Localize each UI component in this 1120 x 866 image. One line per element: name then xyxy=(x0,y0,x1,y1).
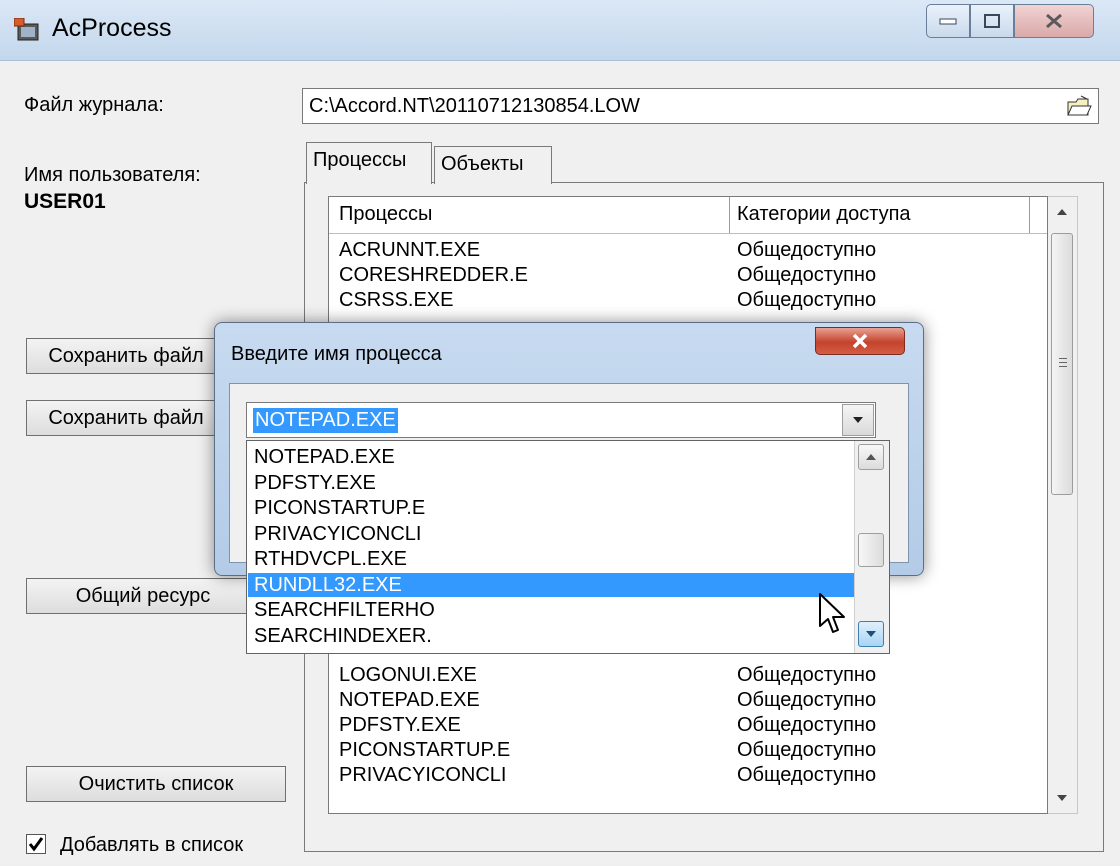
dropdown-option[interactable]: SEARCHFILTERHO xyxy=(248,598,854,622)
folder-open-icon[interactable] xyxy=(1066,94,1092,118)
tab-objects[interactable]: Объекты xyxy=(434,146,552,184)
process-name-cell: CSRSS.EXE xyxy=(339,289,454,311)
shared-resource-button[interactable]: Общий ресурс xyxy=(26,578,260,614)
add-to-list-label: Добавлять в список xyxy=(60,834,244,856)
dialog-title: Введите имя процесса xyxy=(231,343,442,365)
access-category-cell: Общедоступно xyxy=(737,764,877,786)
acprocess-window: AcProcess Файл журнала: C:\Accord.NT\201… xyxy=(0,0,1120,866)
chevron-down-icon xyxy=(866,631,876,637)
title-bar[interactable]: AcProcess xyxy=(0,0,1120,61)
process-name-cell: PDFSTY.EXE xyxy=(339,714,461,736)
save-file-button-1[interactable]: Сохранить файл xyxy=(26,338,226,374)
column-header-access-category[interactable]: Категории доступа xyxy=(737,203,911,226)
scroll-down-icon[interactable] xyxy=(1048,783,1076,813)
close-icon xyxy=(852,333,868,349)
dropdown-option[interactable]: RTHDVCPL.EXE xyxy=(248,547,854,571)
dropdown-option[interactable]: PRIVACYICONCLI xyxy=(248,522,854,546)
mouse-cursor-icon xyxy=(819,593,845,633)
access-category-cell: Общедоступно xyxy=(737,239,877,261)
process-name-cell: CORESHREDDER.E xyxy=(339,264,528,286)
dropdown-option[interactable]: NOTEPAD.EXE xyxy=(248,445,854,469)
table-row[interactable]: PRIVACYICONCLI Общедоступно xyxy=(329,764,1047,789)
process-name-combobox[interactable]: NOTEPAD.EXE xyxy=(246,402,876,438)
column-separator[interactable] xyxy=(1029,197,1030,233)
maximize-button[interactable] xyxy=(970,4,1014,38)
user-name-value: USER01 xyxy=(24,190,106,213)
table-row[interactable]: LOGONUI.EXE Общедоступно xyxy=(329,664,1047,689)
minimize-icon xyxy=(939,18,957,25)
clear-list-button[interactable]: Очистить список xyxy=(26,766,286,802)
chevron-up-icon xyxy=(866,454,876,460)
chevron-down-icon xyxy=(853,417,863,423)
table-row[interactable]: NOTEPAD.EXE Общедоступно xyxy=(329,689,1047,714)
access-category-cell: Общедоступно xyxy=(737,289,877,311)
access-category-cell: Общедоступно xyxy=(737,714,877,736)
process-name-cell: ACRUNNT.EXE xyxy=(339,239,481,261)
tab-processes[interactable]: Процессы xyxy=(306,142,432,184)
log-file-path: C:\Accord.NT\20110712130854.LOW xyxy=(309,95,640,117)
process-name-cell: NOTEPAD.EXE xyxy=(339,689,480,711)
list-header: Процессы Категории доступа xyxy=(329,197,1047,234)
access-category-cell: Общедоступно xyxy=(737,664,877,686)
thumb-grip xyxy=(1059,362,1067,363)
combobox-dropdown-button[interactable] xyxy=(842,404,874,436)
column-separator[interactable] xyxy=(729,197,730,233)
dropdown-option[interactable]: SEARCHINDEXER. xyxy=(248,624,854,648)
process-name-cell: LOGONUI.EXE xyxy=(339,664,477,686)
dropdown-scroll-up-button[interactable] xyxy=(858,444,884,470)
dropdown-scrollbar[interactable] xyxy=(854,441,889,653)
log-file-field[interactable]: C:\Accord.NT\20110712130854.LOW xyxy=(302,88,1099,124)
dropdown-option[interactable]: PDFSTY.EXE xyxy=(248,471,854,495)
access-category-cell: Общедоступно xyxy=(737,739,877,761)
table-row[interactable]: CSRSS.EXE Общедоступно xyxy=(329,289,1047,314)
combobox-value[interactable]: NOTEPAD.EXE xyxy=(253,408,398,433)
process-name-cell: PRIVACYICONCLI xyxy=(339,764,507,786)
thumb-grip xyxy=(1059,366,1067,367)
table-row[interactable]: PICONSTARTUP.E Общедоступно xyxy=(329,739,1047,764)
user-name-label: Имя пользователя: xyxy=(24,164,201,186)
process-dropdown-list[interactable]: NOTEPAD.EXE PDFSTY.EXE PICONSTARTUP.E PRIVA… xyxy=(246,440,890,654)
checkmark-icon xyxy=(28,837,44,852)
close-button[interactable] xyxy=(1014,4,1094,38)
log-file-label: Файл журнала: xyxy=(24,94,164,116)
table-row[interactable]: CORESHREDDER.E Общедоступно xyxy=(329,264,1047,289)
column-header-processes[interactable]: Процессы xyxy=(339,203,432,226)
dialog-close-button[interactable] xyxy=(815,327,905,355)
window-title: AcProcess xyxy=(52,14,172,42)
dropdown-scroll-down-button[interactable] xyxy=(858,621,884,647)
add-to-list-checkbox[interactable] xyxy=(26,834,46,854)
maximize-icon xyxy=(984,14,1000,28)
thumb-grip xyxy=(1059,358,1067,359)
app-icon xyxy=(14,18,39,41)
dropdown-option[interactable]: PICONSTARTUP.E xyxy=(248,496,854,520)
minimize-button[interactable] xyxy=(926,4,970,38)
dropdown-option[interactable]: RUNDLL32.EXE xyxy=(248,572,854,597)
process-name-cell: PICONSTARTUP.E xyxy=(339,739,511,761)
process-list-scrollbar[interactable] xyxy=(1048,196,1078,814)
scroll-thumb[interactable] xyxy=(1051,233,1073,495)
dropdown-scroll-thumb[interactable] xyxy=(858,533,884,567)
table-row[interactable]: ACRUNNT.EXE Общедоступно xyxy=(329,239,1047,264)
scroll-up-icon[interactable] xyxy=(1048,197,1076,227)
access-category-cell: Общедоступно xyxy=(737,689,877,711)
save-file-button-2[interactable]: Сохранить файл xyxy=(26,400,226,436)
close-icon xyxy=(1046,13,1062,29)
access-category-cell: Общедоступно xyxy=(737,264,877,286)
table-row[interactable]: PDFSTY.EXE Общедоступно xyxy=(329,714,1047,739)
